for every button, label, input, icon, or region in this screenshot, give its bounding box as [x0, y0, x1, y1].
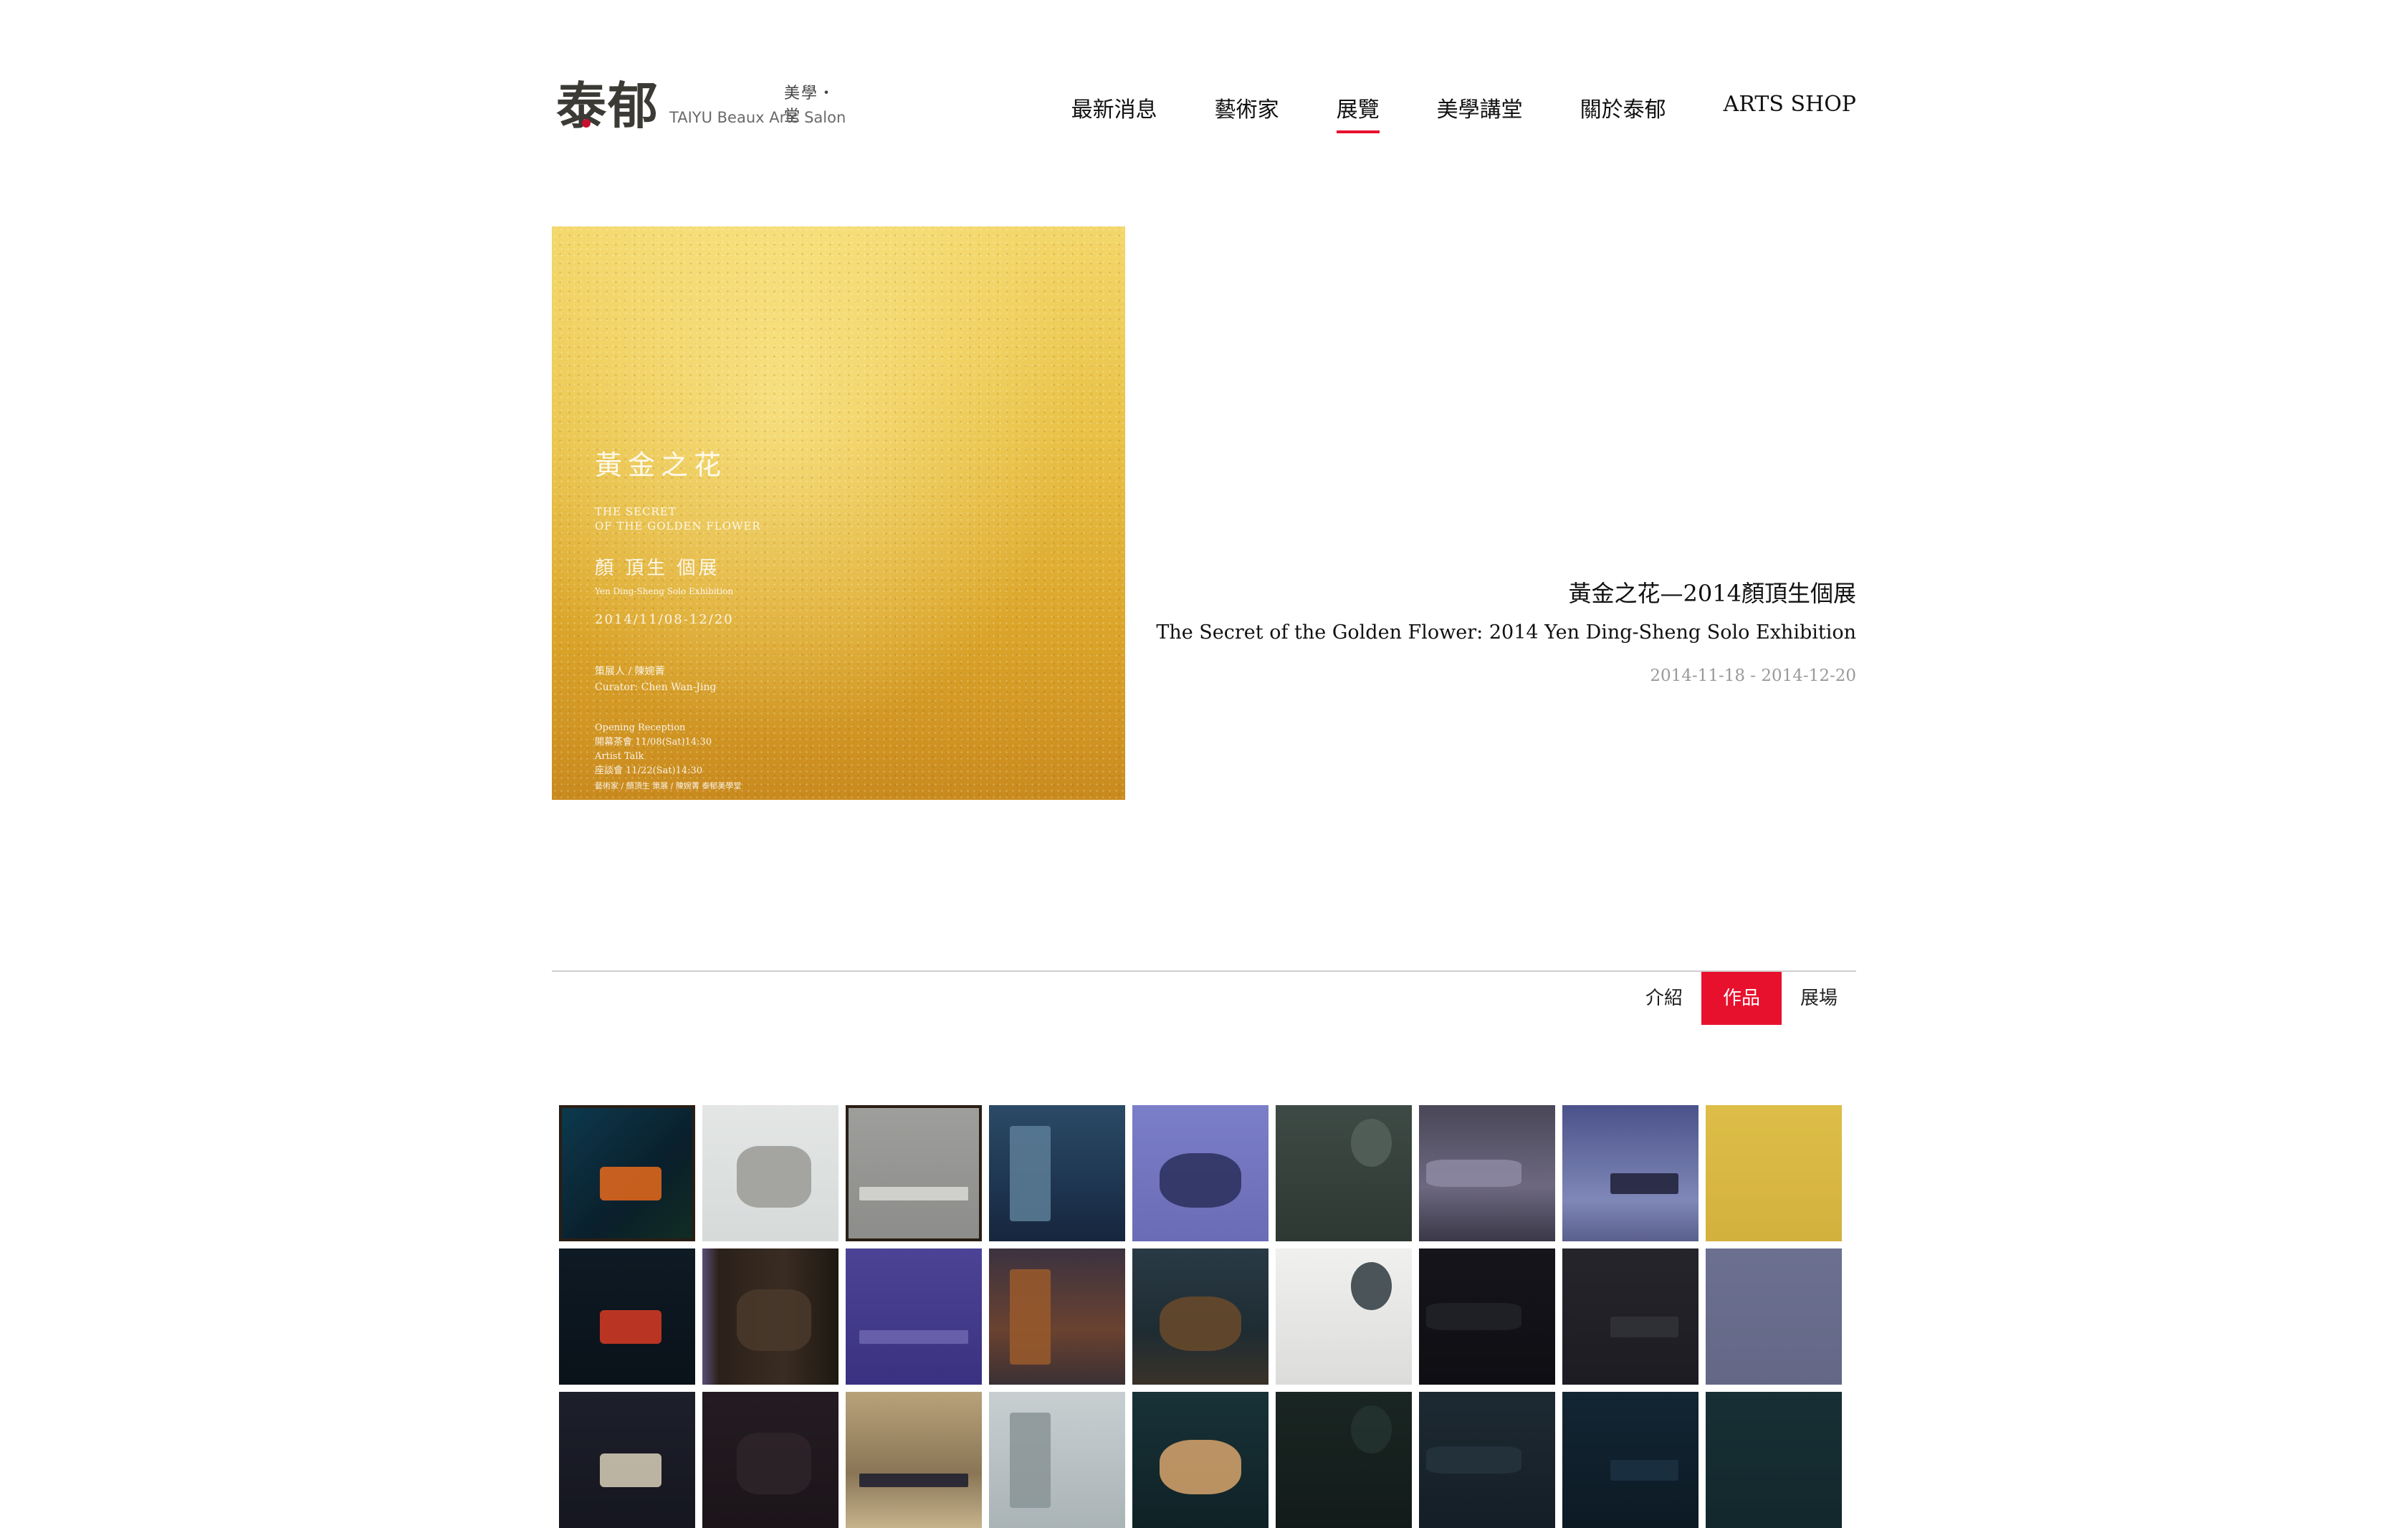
exhibition-date-range: 2014-11-18 - 2014-12-20 — [1650, 667, 1856, 685]
artwork-brushstroke — [1350, 1119, 1392, 1167]
artwork-thumbnail[interactable] — [846, 1105, 982, 1241]
artwork-brushstroke — [1350, 1262, 1392, 1310]
artwork-brushstroke — [1160, 1152, 1241, 1208]
poster-artist-cn: 顏 頂生 個展 — [595, 558, 720, 579]
artwork-thumbnail[interactable] — [559, 1392, 695, 1528]
artwork-thumbnail[interactable] — [846, 1248, 982, 1385]
artwork-thumbnail[interactable] — [702, 1248, 838, 1385]
tab-works[interactable]: 作品 — [1701, 972, 1782, 1025]
artwork-brushstroke — [1610, 1173, 1678, 1194]
artwork-thumbnail[interactable] — [989, 1105, 1125, 1241]
artwork-brushstroke — [1610, 1317, 1678, 1337]
artwork-thumbnail[interactable] — [1276, 1105, 1412, 1241]
exhibition-info: 黃金之花—2014顏頂生個展 The Secret of the Golden … — [1156, 578, 1856, 687]
artwork-thumbnail[interactable] — [989, 1392, 1125, 1528]
artwork-brushstroke — [1009, 1412, 1051, 1508]
artwork-thumbnail[interactable] — [846, 1392, 982, 1528]
artwork-brushstroke — [1706, 1392, 1842, 1528]
artwork-brushstroke — [1160, 1296, 1241, 1351]
artwork-brushstroke — [736, 1146, 811, 1208]
artwork-brushstroke — [736, 1433, 811, 1494]
artwork-brushstroke — [1350, 1405, 1392, 1453]
artwork-brushstroke — [1009, 1269, 1051, 1365]
poster-artist-en: Yen Ding-Sheng Solo Exhibition — [595, 586, 734, 596]
artwork-thumbnail[interactable] — [1276, 1248, 1412, 1385]
artwork-brushstroke — [1425, 1160, 1521, 1187]
poster-talk-cn: 座談會 11/22(Sat)14:30 — [595, 765, 703, 776]
exhibition-title-cn: 黃金之花—2014顏頂生個展 — [1568, 580, 1856, 607]
poster-title-en-line2: OF THE GOLDEN FLOWER — [595, 520, 761, 533]
artwork-brushstroke — [859, 1187, 968, 1200]
logo-wordmark: 泰郁 — [556, 76, 659, 135]
artwork-grid — [559, 1105, 1849, 1528]
artwork-thumbnail[interactable] — [559, 1105, 695, 1241]
poster-opening-cn: 開幕茶會 11/08(Sat)14:30 — [595, 737, 712, 748]
poster-curator: 策展人 / 陳婉菁 Curator: Chen Wan-Jing — [595, 664, 717, 695]
poster-curator-en: Curator: Chen Wan-Jing — [595, 682, 717, 693]
artwork-thumbnail[interactable] — [1132, 1105, 1268, 1241]
tab-venue[interactable]: 展場 — [1782, 972, 1856, 1025]
artwork-thumbnail[interactable] — [1562, 1248, 1698, 1385]
artwork-thumbnail[interactable] — [559, 1248, 695, 1385]
nav-item-exhibitions[interactable]: 展覽 — [1336, 92, 1380, 133]
artwork-brushstroke — [600, 1166, 661, 1200]
artwork-brushstroke — [1706, 1105, 1842, 1241]
poster-footer: 藝術家 / 顏頂生 策展 / 陳婉菁 泰郁美學堂 — [595, 781, 742, 791]
poster-dates: 2014/11/08-12/20 — [595, 612, 734, 627]
artwork-brushstroke — [1610, 1460, 1678, 1481]
artwork-brushstroke — [1425, 1303, 1521, 1330]
poster-title-cn: 黃金之花 — [595, 449, 727, 481]
artwork-brushstroke — [1425, 1446, 1521, 1474]
poster-talk-en: Artist Talk — [595, 751, 644, 762]
artwork-brushstroke — [600, 1309, 661, 1344]
artwork-thumbnail[interactable] — [1562, 1105, 1698, 1241]
artwork-brushstroke — [859, 1330, 968, 1344]
logo-red-dot — [582, 119, 591, 128]
main-nav: 最新消息 藝術家 展覽 美學講堂 關於泰郁 ARTS SHOP — [1071, 92, 1856, 133]
artwork-thumbnail[interactable] — [1562, 1392, 1698, 1528]
artwork-brushstroke — [859, 1474, 968, 1487]
artwork-thumbnail[interactable] — [1706, 1248, 1842, 1385]
artwork-thumbnail[interactable] — [1419, 1392, 1555, 1528]
artwork-thumbnail[interactable] — [1132, 1392, 1268, 1528]
artwork-thumbnail[interactable] — [1419, 1248, 1555, 1385]
poster-opening-en: Opening Reception — [595, 722, 686, 733]
artwork-brushstroke — [1009, 1125, 1051, 1221]
artwork-brushstroke — [1160, 1439, 1241, 1494]
artwork-thumbnail[interactable] — [1276, 1392, 1412, 1528]
artwork-brushstroke — [1706, 1248, 1842, 1385]
nav-item-artists[interactable]: 藝術家 — [1215, 92, 1279, 123]
poster-title-en: THE SECRET OF THE GOLDEN FLOWER — [595, 505, 761, 533]
nav-item-about[interactable]: 關於泰郁 — [1580, 92, 1666, 123]
exhibition-poster[interactable]: 黃金之花 THE SECRET OF THE GOLDEN FLOWER 顏 頂… — [552, 226, 1125, 800]
artwork-brushstroke — [600, 1453, 661, 1487]
brand-logo[interactable]: 泰郁 美學・堂 TAIYU Beaux Arts Salon — [556, 77, 850, 135]
nav-item-lectures[interactable]: 美學講堂 — [1437, 92, 1523, 123]
poster-events: Opening Reception 開幕茶會 11/08(Sat)14:30 A… — [595, 721, 712, 778]
artwork-thumbnail[interactable] — [1132, 1248, 1268, 1385]
poster-title-en-line1: THE SECRET — [595, 505, 677, 518]
artwork-brushstroke — [736, 1289, 811, 1351]
nav-item-arts-shop[interactable]: ARTS SHOP — [1724, 92, 1856, 117]
artwork-thumbnail[interactable] — [1706, 1105, 1842, 1241]
tab-introduction[interactable]: 介紹 — [1627, 972, 1701, 1025]
artwork-thumbnail[interactable] — [702, 1392, 838, 1528]
logo-subtitle-en: TAIYU Beaux Arts Salon — [669, 109, 846, 126]
exhibition-title-en: The Secret of the Golden Flower: 2014 Ye… — [1156, 621, 1856, 644]
artwork-thumbnail[interactable] — [1419, 1105, 1555, 1241]
poster-curator-cn: 策展人 / 陳婉菁 — [595, 666, 665, 677]
artwork-thumbnail[interactable] — [989, 1248, 1125, 1385]
nav-item-news[interactable]: 最新消息 — [1071, 92, 1157, 123]
artwork-thumbnail[interactable] — [1706, 1392, 1842, 1528]
artwork-thumbnail[interactable] — [702, 1105, 838, 1241]
exhibition-tabs: 介紹 作品 展場 — [1627, 972, 1856, 1025]
